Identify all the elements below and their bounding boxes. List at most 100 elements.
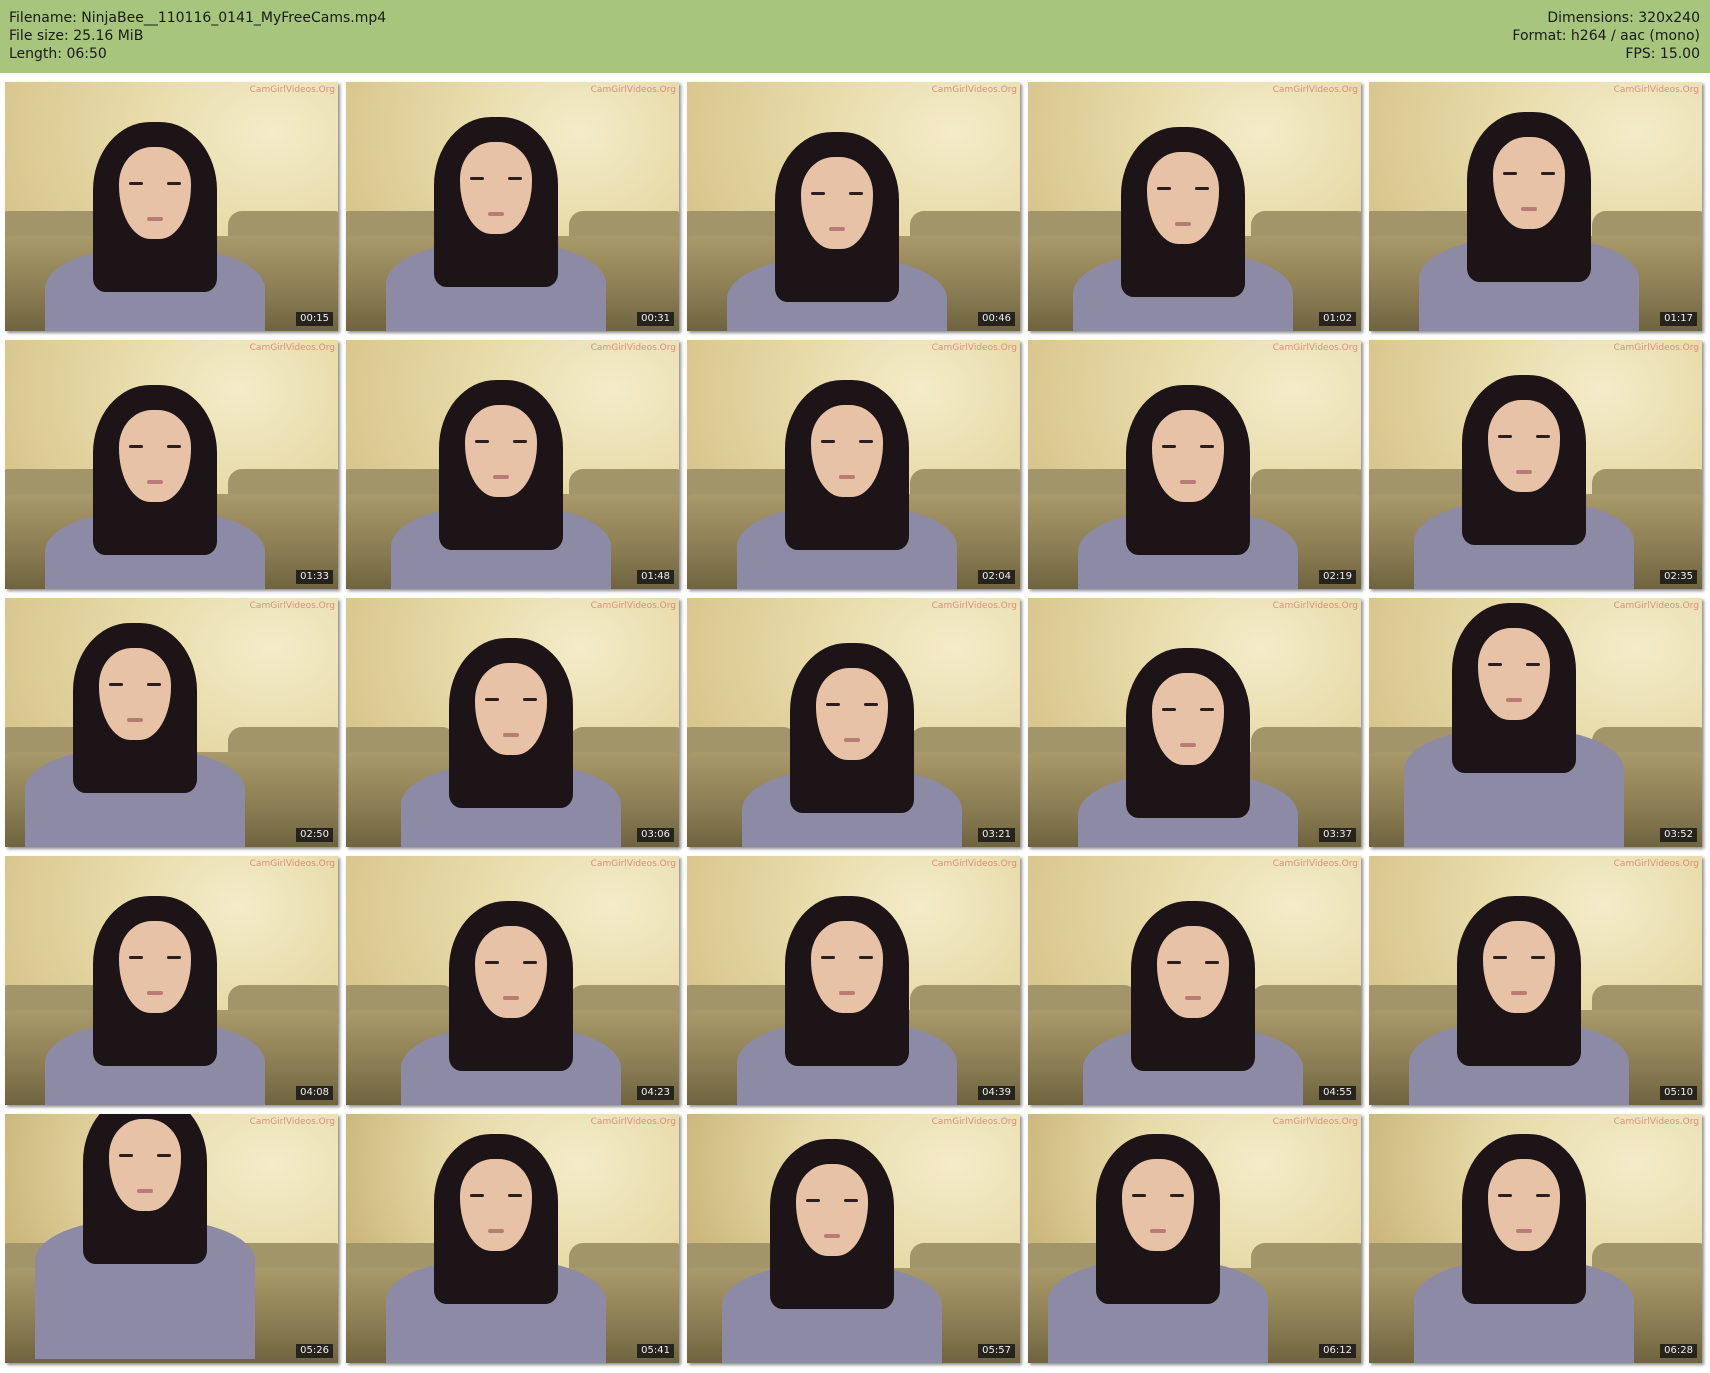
eye-right <box>1531 956 1545 959</box>
watermark-text: CamGirlVideos.Org <box>1613 343 1699 353</box>
frame-image <box>346 82 679 331</box>
eye-left <box>1162 445 1176 448</box>
frame-image <box>1028 82 1361 331</box>
eye-left <box>1167 961 1181 964</box>
frame-image <box>1028 1114 1361 1363</box>
video-thumbnail[interactable]: CamGirlVideos.Org 01:17 <box>1369 82 1702 331</box>
watermark-text: CamGirlVideos.Org <box>1613 859 1699 869</box>
video-thumbnail[interactable]: CamGirlVideos.Org 04:08 <box>5 856 338 1105</box>
face <box>99 648 171 740</box>
face <box>1122 1159 1194 1251</box>
watermark-text: CamGirlVideos.Org <box>1272 1117 1358 1127</box>
video-thumbnail[interactable]: CamGirlVideos.Org 00:31 <box>346 82 679 331</box>
timestamp-label: 04:55 <box>1319 1086 1356 1100</box>
frame-image <box>1369 82 1702 331</box>
eye-right <box>513 440 527 443</box>
eye-right <box>1195 187 1209 190</box>
file-info-left: Filename: NinjaBee__110116_0141_MyFreeCa… <box>9 9 386 63</box>
video-thumbnail[interactable]: CamGirlVideos.Org 06:28 <box>1369 1114 1702 1363</box>
eye-left <box>1162 708 1176 711</box>
frame-image <box>1028 598 1361 847</box>
frame-image <box>5 1114 338 1363</box>
video-thumbnail[interactable]: CamGirlVideos.Org 06:12 <box>1028 1114 1361 1363</box>
eye-right <box>849 192 863 195</box>
timestamp-label: 05:10 <box>1660 1086 1697 1100</box>
video-thumbnail[interactable]: CamGirlVideos.Org 01:33 <box>5 340 338 589</box>
video-thumbnail[interactable]: CamGirlVideos.Org 00:46 <box>687 82 1020 331</box>
frame-image <box>5 856 338 1105</box>
eye-left <box>119 1154 133 1157</box>
video-thumbnail[interactable]: CamGirlVideos.Org 05:10 <box>1369 856 1702 1105</box>
video-thumbnail[interactable]: CamGirlVideos.Org 02:19 <box>1028 340 1361 589</box>
eye-right <box>523 961 537 964</box>
eye-right <box>859 956 873 959</box>
watermark-text: CamGirlVideos.Org <box>1613 601 1699 611</box>
frame-image <box>346 1114 679 1363</box>
video-thumbnail[interactable]: CamGirlVideos.Org 03:52 <box>1369 598 1702 847</box>
watermark-text: CamGirlVideos.Org <box>931 601 1017 611</box>
video-thumbnail[interactable]: CamGirlVideos.Org 00:15 <box>5 82 338 331</box>
video-thumbnail[interactable]: CamGirlVideos.Org 05:57 <box>687 1114 1020 1363</box>
face <box>1488 1159 1560 1251</box>
eye-right <box>1200 445 1214 448</box>
eye-right <box>1200 708 1214 711</box>
timestamp-label: 04:23 <box>637 1086 674 1100</box>
timestamp-label: 03:06 <box>637 828 674 842</box>
watermark-text: CamGirlVideos.Org <box>249 343 335 353</box>
eye-left <box>129 956 143 959</box>
video-thumbnail[interactable]: CamGirlVideos.Org 03:21 <box>687 598 1020 847</box>
video-thumbnail[interactable]: CamGirlVideos.Org 03:06 <box>346 598 679 847</box>
face <box>119 921 191 1013</box>
video-thumbnail[interactable]: CamGirlVideos.Org 04:55 <box>1028 856 1361 1105</box>
timestamp-label: 04:39 <box>978 1086 1015 1100</box>
timestamp-label: 00:15 <box>296 312 333 326</box>
timestamp-label: 05:26 <box>296 1344 333 1358</box>
eye-left <box>470 177 484 180</box>
info-header: Filename: NinjaBee__110116_0141_MyFreeCa… <box>0 0 1710 73</box>
video-thumbnail[interactable]: CamGirlVideos.Org 05:41 <box>346 1114 679 1363</box>
timestamp-label: 01:33 <box>296 570 333 584</box>
file-info-right: Dimensions: 320x240 Format: h264 / aac (… <box>1512 9 1700 63</box>
eye-left <box>485 961 499 964</box>
mouth <box>1516 470 1532 474</box>
fps-text: FPS: 15.00 <box>1625 46 1700 62</box>
video-thumbnail[interactable]: CamGirlVideos.Org 01:48 <box>346 340 679 589</box>
video-thumbnail[interactable]: CamGirlVideos.Org 04:39 <box>687 856 1020 1105</box>
watermark-text: CamGirlVideos.Org <box>590 343 676 353</box>
timestamp-label: 05:57 <box>978 1344 1015 1358</box>
video-thumbnail[interactable]: CamGirlVideos.Org 03:37 <box>1028 598 1361 847</box>
frame-image <box>687 82 1020 331</box>
face <box>1147 152 1219 244</box>
mouth <box>1516 1229 1532 1233</box>
video-thumbnail[interactable]: CamGirlVideos.Org 02:50 <box>5 598 338 847</box>
mouth <box>844 738 860 742</box>
timestamp-label: 06:28 <box>1660 1344 1697 1358</box>
face <box>465 405 537 497</box>
timestamp-label: 00:31 <box>637 312 674 326</box>
frame-image <box>687 598 1020 847</box>
mouth <box>829 227 845 231</box>
timestamp-label: 02:19 <box>1319 570 1356 584</box>
frame-image <box>687 1114 1020 1363</box>
eye-left <box>826 703 840 706</box>
timestamp-label: 03:21 <box>978 828 1015 842</box>
video-thumbnail[interactable]: CamGirlVideos.Org 02:04 <box>687 340 1020 589</box>
timestamp-label: 04:08 <box>296 1086 333 1100</box>
video-thumbnail[interactable]: CamGirlVideos.Org 04:23 <box>346 856 679 1105</box>
mouth <box>147 991 163 995</box>
face <box>1152 410 1224 502</box>
watermark-text: CamGirlVideos.Org <box>590 85 676 95</box>
watermark-text: CamGirlVideos.Org <box>249 859 335 869</box>
mouth <box>839 991 855 995</box>
face <box>475 926 547 1018</box>
eye-left <box>470 1194 484 1197</box>
frame-image <box>5 598 338 847</box>
video-thumbnail[interactable]: CamGirlVideos.Org 02:35 <box>1369 340 1702 589</box>
timestamp-label: 01:48 <box>637 570 674 584</box>
video-thumbnail[interactable]: CamGirlVideos.Org 01:02 <box>1028 82 1361 331</box>
video-thumbnail[interactable]: CamGirlVideos.Org 05:26 <box>5 1114 338 1363</box>
face <box>1157 926 1229 1018</box>
watermark-text: CamGirlVideos.Org <box>590 601 676 611</box>
eye-right <box>859 440 873 443</box>
face <box>816 668 888 760</box>
